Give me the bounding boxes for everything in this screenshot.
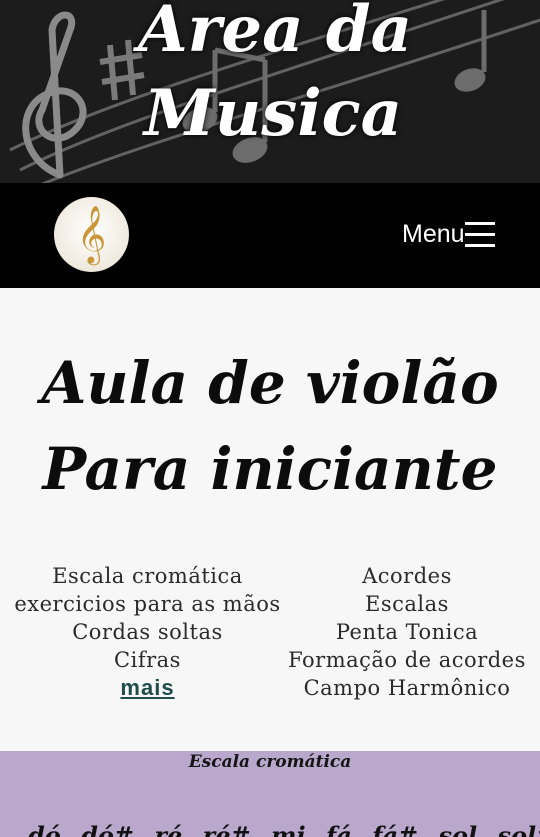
page-title: Aula de violão Para iniciante (0, 340, 540, 512)
treble-clef-icon: 𝄞 (76, 205, 107, 263)
chromatic-scale-section: Escala cromática dó dó# ré ré# mi fá fá#… (0, 751, 540, 837)
page-title-line2: Para iniciante (42, 435, 498, 503)
site-title-line1: Área da (137, 0, 413, 67)
link-escala-cromatica[interactable]: Escala cromática (10, 562, 285, 590)
link-acordes[interactable]: Acordes (285, 562, 529, 590)
link-campo-harmonico[interactable]: Campo Harmônico (285, 674, 529, 702)
link-penta-tonica[interactable]: Penta Tonica (285, 618, 529, 646)
menu-button[interactable]: Menu (402, 217, 495, 251)
site-title: Área da Musica (0, 0, 540, 156)
menu-label: Menu (402, 219, 465, 248)
link-formacao-acordes[interactable]: Formação de acordes (285, 646, 529, 674)
link-exercicios-maos[interactable]: exercicios para as mãos (10, 590, 285, 618)
link-cifras[interactable]: Cifras (10, 646, 285, 674)
site-title-line2: Musica (143, 76, 403, 151)
section-title: Escala cromática (188, 752, 352, 772)
link-cordas-soltas[interactable]: Cordas soltas (10, 618, 285, 646)
navbar: 𝄞 Menu (0, 183, 540, 288)
more-link[interactable]: mais (10, 674, 285, 702)
lesson-links-left: Escala cromática exercicios para as mãos… (10, 562, 285, 702)
header-banner: Área da Musica (0, 0, 540, 183)
page-title-line1: Aula de violão (41, 349, 499, 417)
hamburger-icon (464, 222, 495, 247)
site-logo[interactable]: 𝄞 (54, 197, 129, 272)
chromatic-notes: dó dó# ré ré# mi fá fá# sol sol# lá (28, 821, 540, 837)
link-escalas[interactable]: Escalas (285, 590, 529, 618)
lesson-links-right: Acordes Escalas Penta Tonica Formação de… (285, 562, 529, 702)
